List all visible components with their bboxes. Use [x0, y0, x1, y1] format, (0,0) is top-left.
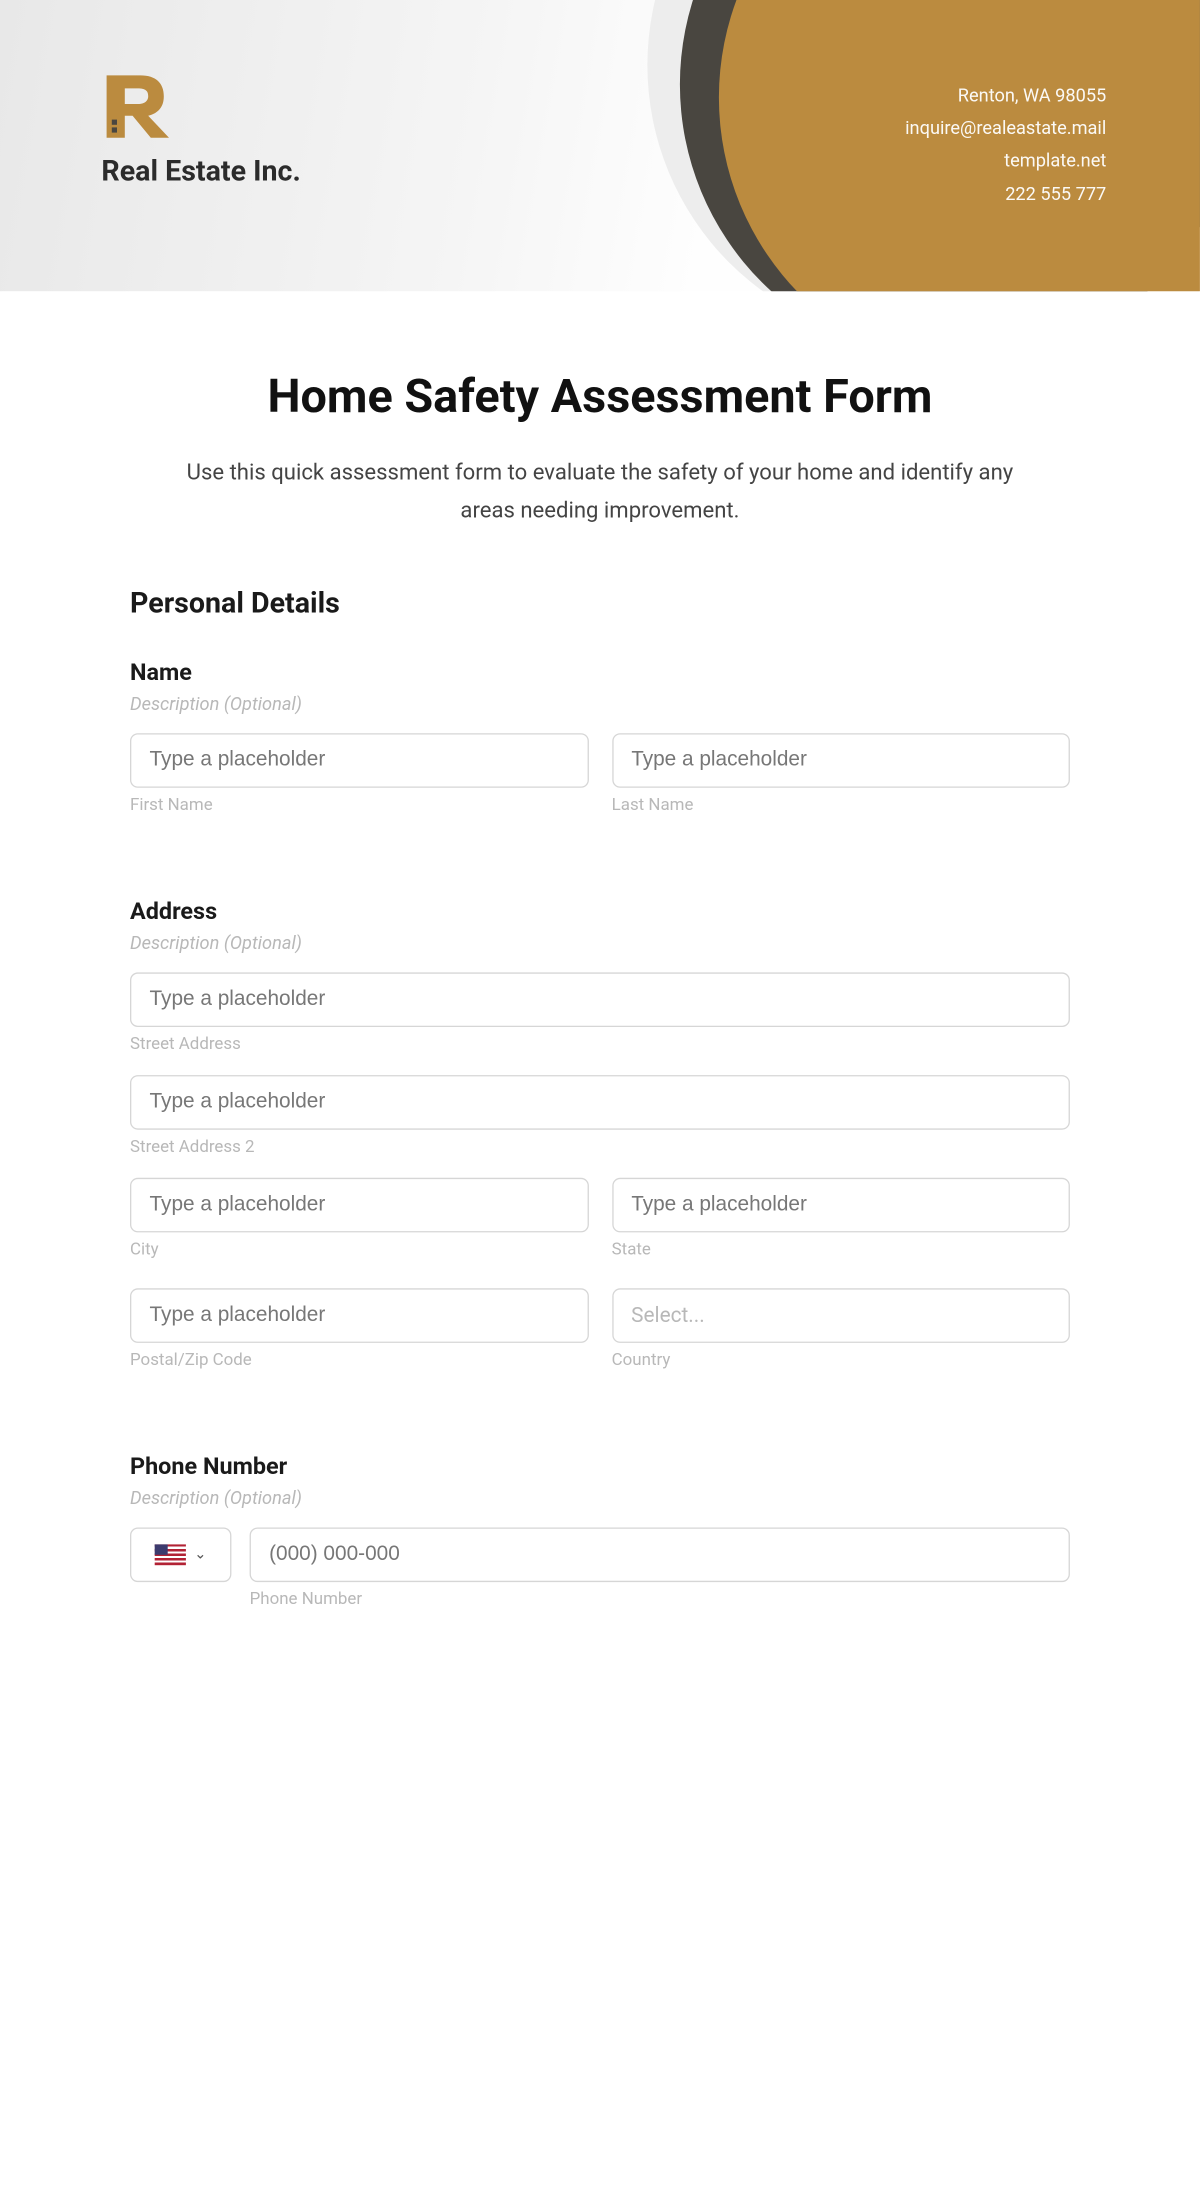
field-name: Name Description (Optional) First Name L… [130, 659, 1070, 836]
state-input[interactable] [612, 1178, 1070, 1233]
contact-location: Renton, WA 98055 [905, 81, 1106, 114]
city-sublabel: City [130, 1240, 588, 1260]
country-sublabel: Country [612, 1350, 1070, 1370]
field-address: Address Description (Optional) Street Ad… [130, 898, 1070, 1391]
country-code-select[interactable]: ⌄ [130, 1527, 231, 1582]
street-address-2-sublabel: Street Address 2 [130, 1137, 1070, 1157]
postal-input[interactable] [130, 1288, 588, 1343]
state-sublabel: State [612, 1240, 1070, 1260]
field-phone: Phone Number Description (Optional) ⌄ Ph… [130, 1453, 1070, 1630]
postal-sublabel: Postal/Zip Code [130, 1350, 588, 1370]
country-select[interactable]: Select... [612, 1288, 1070, 1343]
contact-info: Renton, WA 98055 inquire@realeastate.mai… [905, 81, 1106, 212]
section-personal-details: Personal Details [130, 587, 1070, 620]
contact-website: template.net [905, 146, 1106, 179]
address-desc: Description (Optional) [130, 933, 1070, 954]
first-name-input[interactable] [130, 733, 588, 788]
phone-desc: Description (Optional) [130, 1488, 1070, 1509]
us-flag-icon [155, 1544, 186, 1565]
last-name-sublabel: Last Name [612, 795, 1070, 815]
phone-number-input[interactable] [250, 1527, 1070, 1582]
name-label: Name [130, 659, 1070, 686]
address-label: Address [130, 898, 1070, 925]
country-select-placeholder: Select... [631, 1303, 705, 1328]
street-address-sublabel: Street Address [130, 1035, 1070, 1055]
contact-email: inquire@realeastate.mail [905, 113, 1106, 146]
name-desc: Description (Optional) [130, 694, 1070, 715]
first-name-sublabel: First Name [130, 795, 588, 815]
chevron-down-icon: ⌄ [194, 1546, 206, 1563]
form-title: Home Safety Assessment Form [130, 369, 1070, 424]
logo-block: Real Estate Inc. [101, 70, 300, 188]
last-name-input[interactable] [612, 733, 1070, 788]
city-input[interactable] [130, 1178, 588, 1233]
street-address-input[interactable] [130, 972, 1070, 1027]
street-address-2-input[interactable] [130, 1075, 1070, 1130]
phone-sublabel: Phone Number [250, 1590, 1070, 1610]
form-description: Use this quick assessment form to evalua… [158, 455, 1042, 530]
contact-phone: 222 555 777 [905, 179, 1106, 212]
phone-label: Phone Number [130, 1453, 1070, 1480]
company-logo-icon [101, 70, 300, 143]
header-banner: Real Estate Inc. Renton, WA 98055 inquir… [0, 0, 1200, 291]
company-name: Real Estate Inc. [101, 156, 300, 189]
